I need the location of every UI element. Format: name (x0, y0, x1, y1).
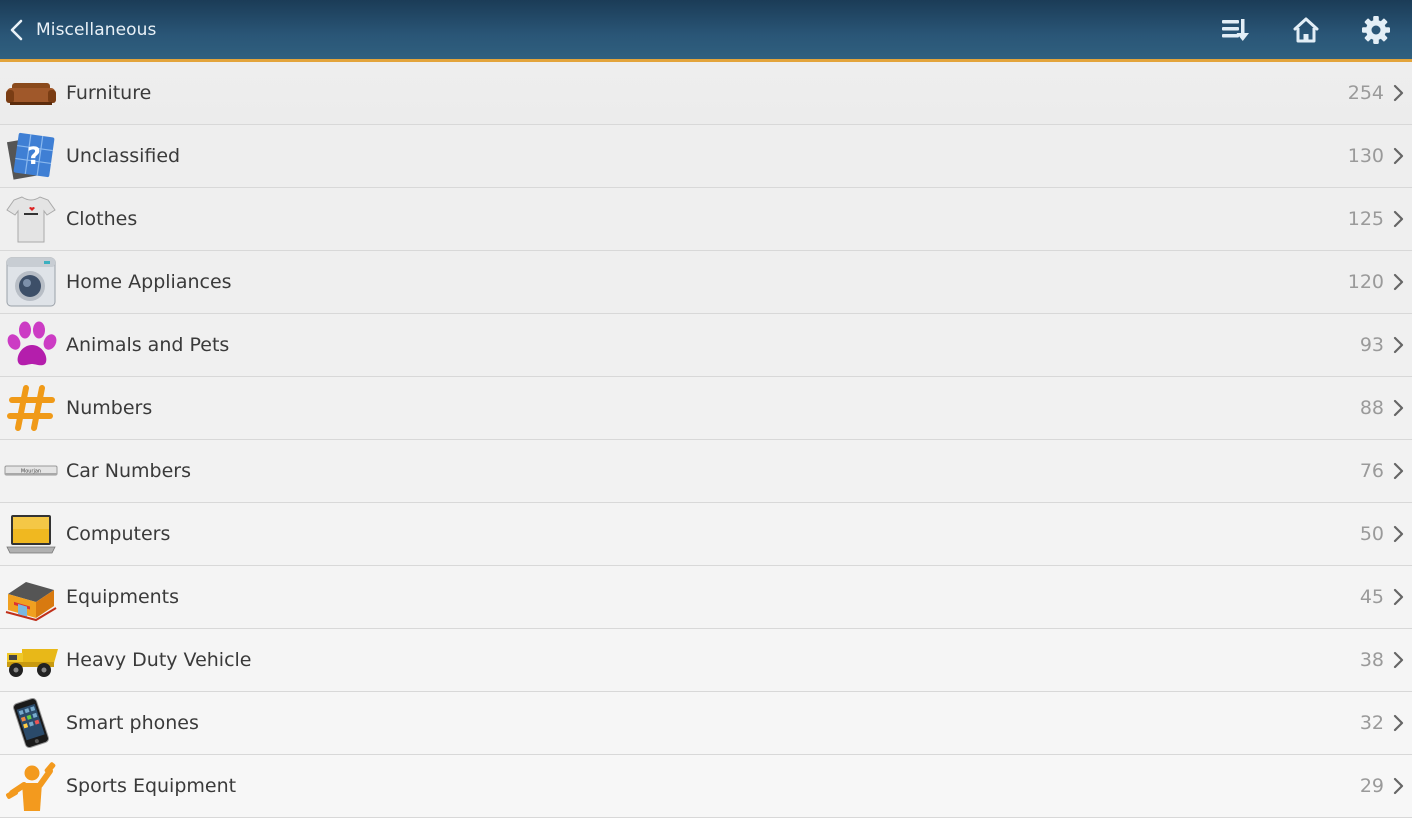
item-count: 50 (1359, 523, 1384, 545)
hash-icon (7, 385, 55, 431)
item-count: 76 (1359, 460, 1384, 482)
tshirt-icon (6, 196, 56, 243)
list-item-smart-phones[interactable]: Smart phones 32 (0, 692, 1412, 755)
item-label: Computers (66, 523, 171, 545)
list-item-car-numbers[interactable]: Mourjan Car Numbers 76 (0, 440, 1412, 503)
item-count: 45 (1359, 586, 1384, 608)
sort-icon (1222, 19, 1249, 41)
weightlifter-icon (6, 762, 56, 811)
chevron-right-icon (1393, 399, 1404, 417)
chevron-right-icon (1393, 210, 1404, 228)
smartphone-icon (13, 698, 49, 748)
app-header: Miscellaneous (0, 0, 1412, 62)
gear-icon (1362, 16, 1390, 44)
svg-text:?: ? (27, 142, 41, 170)
list-item-computers[interactable]: Computers 50 (0, 503, 1412, 566)
chevron-right-icon (1393, 147, 1404, 165)
item-label: Heavy Duty Vehicle (66, 649, 252, 671)
item-count: 32 (1359, 712, 1384, 734)
list-item-unclassified[interactable]: ? Unclassified 130 (0, 125, 1412, 188)
item-count: 130 (1347, 145, 1384, 167)
shop-icon (5, 582, 57, 622)
category-list: Furniture 254 ? Unclassified 130 Clothes… (0, 62, 1412, 818)
chevron-right-icon (1393, 84, 1404, 102)
item-count: 29 (1359, 775, 1384, 797)
chevron-right-icon (1393, 462, 1404, 480)
question-tile-icon: ? (6, 132, 55, 180)
list-item-animals-and-pets[interactable]: Animals and Pets 93 (0, 314, 1412, 377)
item-label: Equipments (66, 586, 180, 608)
item-count: 93 (1359, 334, 1384, 356)
chevron-right-icon (1393, 651, 1404, 669)
sofa-icon (6, 83, 56, 105)
paw-icon (7, 321, 57, 366)
item-label: Sports Equipment (66, 775, 237, 797)
item-label: Unclassified (66, 145, 181, 167)
svg-text:Mourjan: Mourjan (21, 469, 41, 475)
item-label: Home Appliances (66, 271, 232, 293)
item-label: Clothes (66, 208, 138, 230)
item-label: Furniture (66, 82, 152, 104)
chevron-right-icon (1393, 525, 1404, 543)
list-item-home-appliances[interactable]: Home Appliances 120 (0, 251, 1412, 314)
chevron-right-icon (1393, 588, 1404, 606)
list-item-heavy-duty-vehicle[interactable]: Heavy Duty Vehicle 38 (0, 629, 1412, 692)
washing-machine-icon (6, 257, 56, 307)
item-count: 120 (1347, 271, 1384, 293)
list-item-numbers[interactable]: Numbers 88 (0, 377, 1412, 440)
settings-button[interactable] (1360, 14, 1392, 46)
item-count: 125 (1347, 208, 1384, 230)
back-button[interactable]: Miscellaneous (8, 0, 156, 59)
item-label: Smart phones (66, 712, 199, 734)
item-label: Car Numbers (66, 460, 191, 482)
chevron-right-icon (1393, 336, 1404, 354)
item-label: Numbers (66, 397, 153, 419)
home-icon (1293, 17, 1319, 43)
chevron-left-icon (10, 19, 23, 40)
home-button[interactable] (1290, 14, 1322, 46)
sort-button[interactable] (1219, 14, 1251, 46)
item-label: Animals and Pets (66, 334, 230, 356)
chevron-right-icon (1393, 714, 1404, 732)
chevron-right-icon (1393, 273, 1404, 291)
item-count: 254 (1347, 82, 1384, 104)
license-plate-icon: Mourjan (4, 465, 58, 476)
laptop-icon (6, 515, 56, 554)
item-count: 38 (1359, 649, 1384, 671)
list-item-sports-equipment[interactable]: Sports Equipment 29 (0, 755, 1412, 818)
page-title: Miscellaneous (36, 19, 157, 40)
list-item-furniture[interactable]: Furniture 254 (0, 62, 1412, 125)
dump-truck-icon (7, 649, 58, 677)
list-item-equipments[interactable]: Equipments 45 (0, 566, 1412, 629)
list-item-clothes[interactable]: Clothes 125 (0, 188, 1412, 251)
chevron-right-icon (1393, 777, 1404, 795)
item-count: 88 (1359, 397, 1384, 419)
